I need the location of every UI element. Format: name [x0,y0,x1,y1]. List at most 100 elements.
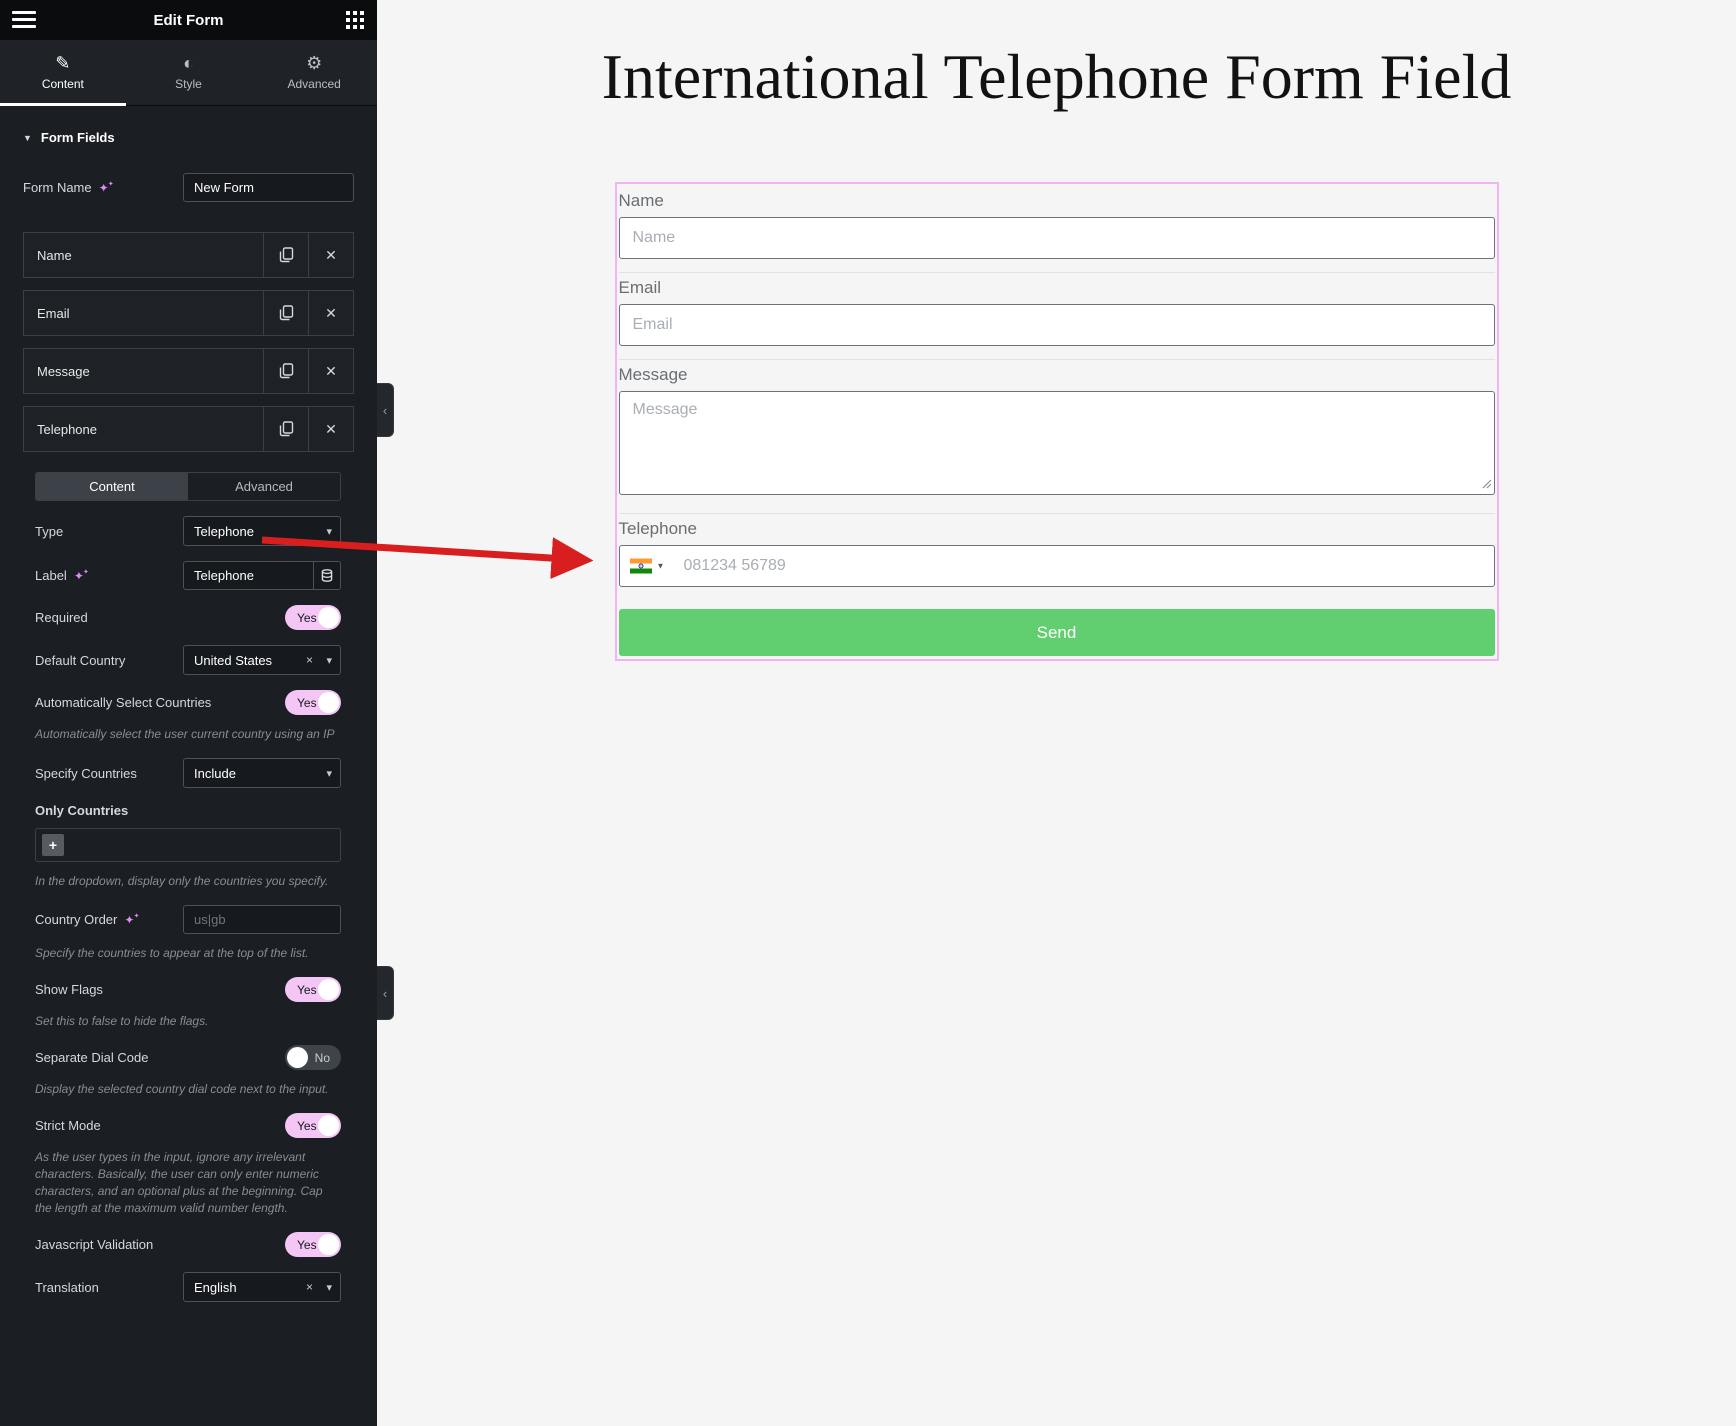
delete-field-button[interactable]: ✕ [308,349,353,393]
javascript-validation-toggle[interactable]: Yes [285,1232,341,1258]
show-flags-toggle[interactable]: Yes [285,977,341,1003]
label-label: Label [35,568,67,583]
field-tab-advanced[interactable]: Advanced [188,473,340,500]
section-title: Form Fields [40,130,115,145]
show-flags-label: Show Flags [35,982,103,998]
email-field-label: Email [618,278,662,297]
chevron-down-icon: ▾ [326,525,332,538]
gear-icon: ⚙ [306,53,323,73]
ai-sparkle-icon[interactable]: ✦ ✦ [99,181,114,194]
chevron-down-icon: ▾ [326,654,332,667]
default-country-select[interactable]: United States × ▾ [183,645,341,675]
menu-icon[interactable] [12,11,36,32]
contrast-icon: ◐ [183,53,194,73]
field-row-message[interactable]: Message ✕ [23,348,354,394]
send-button[interactable]: Send [618,609,1495,656]
type-label: Type [35,523,64,539]
form-group-message: Message [618,360,1495,514]
apps-grid-icon[interactable] [346,11,364,34]
message-textarea[interactable] [618,391,1495,495]
strict-mode-toggle[interactable]: Yes [285,1113,341,1139]
toggle-knob [318,692,339,713]
close-icon: ✕ [325,304,337,321]
specify-countries-label: Specify Countries [35,765,137,781]
country-flag-dropdown[interactable]: ▼ [629,558,665,574]
specify-countries-select[interactable]: Include ▾ [183,758,341,789]
toggle-knob [318,607,339,628]
ai-sparkle-icon[interactable]: ✦ ✦ [124,913,139,926]
default-country-label: Default Country [35,652,126,668]
name-input[interactable] [618,217,1495,259]
panel-tabs: ✎ Content ◐ Style ⚙ Advanced [0,40,377,106]
duplicate-field-button[interactable] [263,407,308,451]
field-row-name[interactable]: Name ✕ [23,232,354,278]
toggle-knob [287,1047,308,1069]
form-name-input[interactable] [183,173,354,202]
toggle-knob [318,1115,339,1137]
field-tab-content[interactable]: Content [36,473,188,500]
edit-form-panel: Edit Form ✎ Content ◐ Style ⚙ Advanced ▼… [0,0,377,1426]
close-icon: ✕ [325,420,337,437]
name-field-label: Name [618,191,664,210]
javascript-validation-label: Javascript Validation [35,1237,154,1253]
duplicate-field-button[interactable] [263,349,308,393]
duplicate-field-button[interactable] [263,233,308,277]
field-label-input[interactable] [183,561,314,590]
separate-dial-code-description: Display the selected country dial code n… [35,1082,329,1097]
collapse-triangle-icon: ▼ [23,132,32,143]
panel-collapse-handle[interactable]: ‹ [377,383,394,437]
auto-select-description: Automatically select the user current co… [35,727,335,741]
add-country-button[interactable]: + [42,834,64,857]
country-order-label: Country Order [35,912,118,928]
telephone-field-label: Telephone [618,519,697,538]
form-group-telephone: Telephone ▼ [618,514,1495,600]
dynamic-tags-button[interactable] [314,561,341,590]
auto-select-countries-toggle[interactable]: Yes [285,690,341,715]
textarea-resize-handle-icon[interactable] [1482,476,1492,494]
only-countries-description: In the dropdown, display only the countr… [35,874,329,889]
chevron-left-icon: ‹ [382,402,388,418]
tab-content[interactable]: ✎ Content [0,40,126,106]
telephone-field-editor: Content Advanced Type Telephone ▾ Label … [0,472,377,1303]
section-form-fields[interactable]: ▼ Form Fields [0,106,377,145]
tab-style[interactable]: ◐ Style [126,40,252,105]
field-editor-tabs: Content Advanced [35,472,341,501]
chevron-down-icon: ▼ [656,561,665,571]
separate-dial-code-label: Separate Dial Code [35,1050,149,1066]
page-title: International Telephone Form Field [601,41,1512,112]
delete-field-button[interactable]: ✕ [308,407,353,451]
form-name-control: Form Name ✦ ✦ [0,173,377,202]
clear-selection-icon[interactable]: × [306,653,313,667]
required-toggle[interactable]: Yes [285,605,341,630]
close-icon: ✕ [325,362,337,379]
form-name-label: Form Name [23,180,92,195]
chevron-down-icon: ▾ [326,1281,332,1294]
duplicate-field-button[interactable] [263,291,308,335]
only-countries-box: + [35,828,341,863]
email-input[interactable] [618,304,1495,346]
tab-advanced[interactable]: ⚙ Advanced [251,40,377,105]
ai-sparkle-icon[interactable]: ✦ ✦ [74,569,89,582]
panel-collapse-handle[interactable]: ‹ [377,966,394,1020]
chevron-left-icon: ‹ [382,985,388,1001]
message-field-label: Message [618,365,688,384]
field-row-email[interactable]: Email ✕ [23,290,354,336]
clear-selection-icon[interactable]: × [306,1280,313,1294]
type-select[interactable]: Telephone ▾ [183,516,341,546]
field-row-telephone[interactable]: Telephone ✕ [23,406,354,452]
form-widget[interactable]: Name Email Message Telephone [614,182,1499,661]
delete-field-button[interactable]: ✕ [308,291,353,335]
translation-select[interactable]: English × ▾ [183,1272,341,1303]
country-order-input[interactable] [183,905,341,935]
toggle-knob [318,979,339,1001]
separate-dial-code-toggle[interactable]: No [285,1045,341,1071]
panel-body: ▼ Form Fields Form Name ✦✦ Name [0,106,377,1322]
toggle-knob [318,1234,339,1256]
required-label: Required [35,610,88,625]
india-flag-icon [629,558,652,574]
form-group-email: Email [618,273,1495,360]
telephone-input[interactable] [618,545,1495,587]
strict-mode-description: As the user types in the input, ignore a… [35,1150,323,1216]
panel-header: Edit Form [0,0,377,40]
delete-field-button[interactable]: ✕ [308,233,353,277]
